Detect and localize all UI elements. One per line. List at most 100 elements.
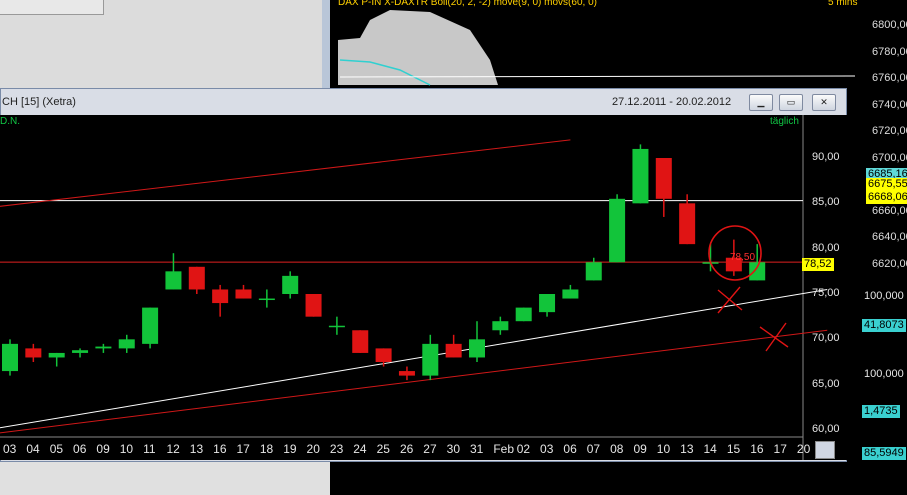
background-window (0, 0, 330, 90)
maximize-icon: ▭ (786, 97, 796, 107)
x-tick-label: 03 (3, 442, 17, 456)
x-tick-label: 12 (166, 442, 180, 456)
close-button[interactable]: ✕ (812, 94, 836, 111)
x-tick-label: 10 (656, 442, 671, 456)
back-chart-title: DAX P-IN X-DAXTR Boll(20, 2, -2) move(9,… (338, 0, 597, 8)
trend-line (0, 139, 571, 207)
back-axis-tick: 6760,00 (872, 72, 907, 84)
background-window-border (322, 0, 330, 90)
x-tick-label: 14 (703, 442, 717, 456)
bottom-window-strip (0, 462, 330, 495)
x-tick-label: 16 (750, 442, 764, 456)
maximize-button[interactable]: ▭ (779, 94, 803, 111)
bollinger-band-area (338, 10, 498, 85)
candle-body (258, 298, 275, 301)
trend-line (0, 288, 828, 429)
back-price-tag: 6675,55 (866, 178, 907, 191)
x-tick-label: 05 (49, 442, 64, 456)
x-tick-label: 27 (423, 442, 437, 456)
candle-body (398, 371, 415, 376)
x-tick-label: Feb (493, 442, 515, 456)
x-tick-label: 19 (283, 442, 297, 456)
candle-body (492, 321, 509, 331)
candle-body (585, 262, 602, 281)
annotation-label: 78,50 (730, 252, 755, 263)
x-tick-label: 04 (26, 442, 40, 456)
x-tick-label: 13 (680, 442, 694, 456)
x-tick-label: 23 (329, 442, 344, 456)
candle-body (328, 325, 345, 328)
frequency-label: täglich (770, 116, 799, 127)
candle-body (165, 271, 182, 290)
x-tick-label: 11 (143, 442, 156, 456)
candle-body (655, 158, 672, 199)
candle-body (515, 307, 532, 322)
x-tick-label: 30 (446, 442, 460, 456)
candle-body (282, 275, 299, 294)
y-tick-label: 65,00 (812, 377, 840, 390)
x-tick-label: 09 (633, 442, 647, 456)
x-tick-label: 18 (259, 442, 274, 456)
x-tick-label: 15 (726, 442, 741, 456)
x-tick-label: 13 (189, 442, 204, 456)
indicator-value-tag: 100,000 (864, 290, 904, 302)
candle-body (445, 343, 462, 358)
candle-body (95, 346, 112, 349)
y-tick-label: 90,00 (812, 151, 840, 163)
minimize-icon: ▁ (757, 97, 765, 107)
candlestick-chart: 78,50 (0, 115, 828, 460)
annotation-cross (759, 322, 789, 352)
x-tick-label: 31 (470, 442, 484, 456)
candle-body (142, 307, 159, 344)
back-axis-tick: 6660,00 (872, 204, 907, 217)
y-tick-label: 70,00 (812, 332, 840, 345)
x-tick-label: 07 (586, 442, 601, 456)
indicator-value-tag: 100,000 (864, 368, 904, 380)
x-tick-label: 24 (353, 442, 367, 456)
x-tick-label: 06 (73, 442, 87, 456)
x-tick-label: 17 (773, 442, 787, 456)
x-tick-label: 03 (540, 442, 554, 456)
x-tick-label: 02 (516, 442, 531, 456)
candle-body (375, 348, 392, 362)
candle-body (48, 352, 65, 358)
candle-body (539, 294, 556, 313)
chart-plot-area[interactable]: 78,50 (0, 115, 847, 460)
x-tick-label: 10 (119, 442, 134, 456)
x-tick-label: 08 (610, 442, 624, 456)
bottom-chart-strip (330, 462, 907, 495)
close-icon: ✕ (820, 97, 828, 107)
candle-body (212, 289, 229, 304)
back-axis-tick: 6620,00 (872, 257, 907, 270)
candle-body (422, 343, 439, 376)
y-tick-label: 60,00 (812, 423, 840, 435)
y-tick-label: 85,00 (812, 196, 840, 209)
x-tick-label: 26 (399, 442, 414, 456)
x-tick-label: 20 (796, 442, 811, 456)
back-axis-tick: 6640,00 (872, 231, 907, 243)
minimize-button[interactable]: ▁ (749, 94, 773, 111)
candle-body (2, 343, 18, 372)
candle-body (235, 289, 252, 299)
candle-body (188, 266, 205, 290)
candle-body (72, 350, 89, 353)
x-tick-label: 06 (563, 442, 577, 456)
background-panel (0, 0, 104, 15)
candle-body (25, 348, 42, 358)
x-tick-label: 20 (306, 442, 320, 456)
back-axis-tick: 6740,00 (872, 98, 907, 111)
back-axis-tick: 6780,00 (872, 45, 907, 58)
indicator-value-tag: 41,8073 (862, 319, 906, 332)
candle-body (609, 198, 626, 263)
candle-body (679, 203, 696, 245)
chart-scroll-icon[interactable] (815, 441, 835, 459)
candle-body (305, 294, 322, 317)
candle-body (632, 148, 649, 204)
y-tick-label: 75,00 (812, 287, 840, 299)
back-chart-interval: 5 mins (828, 0, 858, 8)
back-axis-tick: 6700,00 (872, 151, 907, 164)
candle-body (352, 330, 369, 353)
x-tick-label: 09 (96, 442, 110, 456)
x-tick-label: 25 (376, 442, 390, 456)
back-axis-tick: 6720,00 (872, 125, 907, 137)
